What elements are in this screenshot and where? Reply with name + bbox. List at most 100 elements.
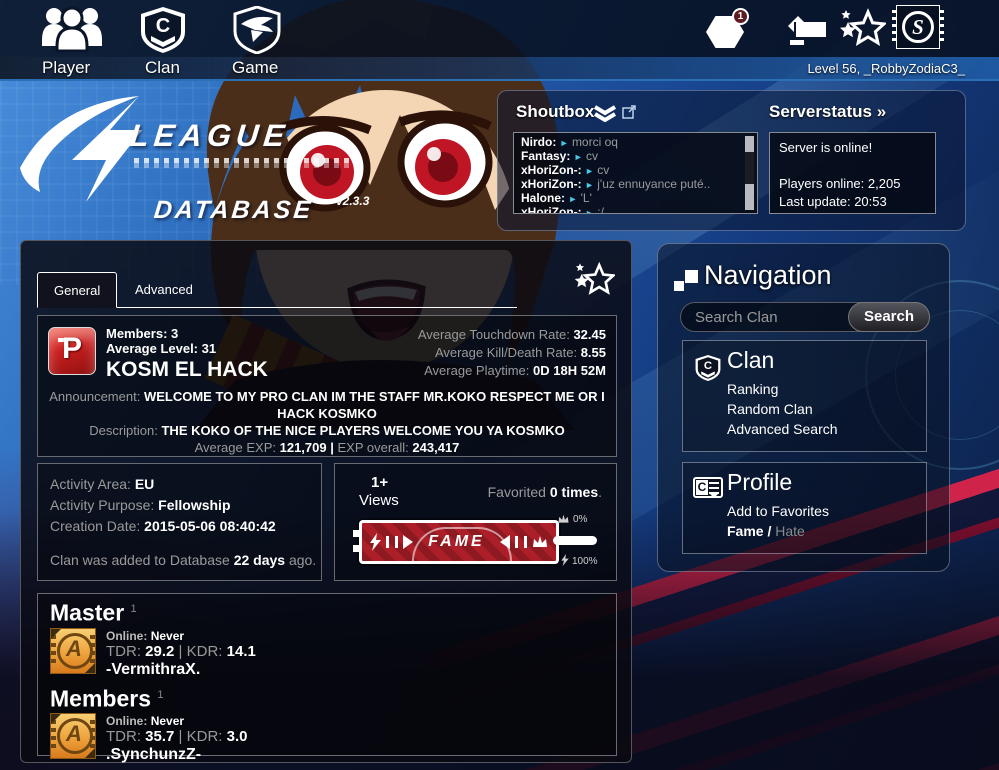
clan-stats: Average Touchdown Rate: 32.45 Average Ki…	[418, 326, 606, 380]
window-rect-small	[790, 40, 804, 45]
external-link-icon[interactable]	[622, 105, 636, 119]
tab-general[interactable]: General	[37, 272, 118, 308]
players-online-row: Players online: 2,205	[779, 176, 901, 191]
rank-badge-avatar[interactable]: A	[50, 713, 96, 760]
crown-icon	[532, 536, 547, 547]
chat-arrow-icon: ►	[585, 208, 594, 214]
stat-killdeath: Average Kill/Death Rate: 8.55	[434, 345, 606, 360]
chat-arrow-icon: ►	[585, 166, 594, 176]
link-random-clan[interactable]: Random Clan	[727, 399, 838, 419]
scrollbar-thumb[interactable]	[745, 136, 754, 152]
nav-profile-section: C Profile Add to Favorites Fame / Hate	[682, 462, 927, 554]
nav-game[interactable]: Game	[232, 58, 278, 78]
double-chevron-down-icon[interactable]	[593, 105, 617, 122]
link-ranking[interactable]: Ranking	[727, 379, 838, 399]
serverstatus-box: Server is online! Players online: 2,205 …	[769, 132, 936, 214]
site-logo[interactable]: LEAGUE DATABASE v2.3.3	[14, 90, 369, 224]
fame-progress-bar	[553, 536, 597, 545]
triangle-right	[403, 535, 420, 549]
notification-badge: 1	[732, 8, 749, 25]
avatar-corner	[85, 748, 95, 759]
nav-player[interactable]: Player	[42, 58, 90, 78]
logo-database-text: DATABASE	[152, 196, 315, 224]
fame-percent-top: 0%	[557, 514, 587, 525]
announcement-row: Announcement: WELCOME TO MY PRO CLAN IM …	[49, 389, 605, 421]
fame-banner: FAME	[353, 520, 559, 564]
stars-icon[interactable]	[573, 261, 615, 299]
shoutbox-title: Shoutbox	[516, 102, 595, 121]
activity-area-row: Activity Area: EU	[50, 476, 155, 492]
chat-message: xHoriZon-: ► j'uz ennuyance puté..	[521, 177, 711, 191]
hexagon-notification-icon[interactable]: 1	[706, 8, 758, 50]
chat-arrow-icon: ►	[573, 152, 583, 162]
chat-arrow-icon: ►	[585, 180, 594, 190]
logo-version: v2.3.3	[336, 194, 370, 208]
master-heading: Master 1	[50, 599, 137, 626]
chat-scrollbar[interactable]	[745, 136, 754, 210]
player-name-link[interactable]: -VermithraX.	[106, 661, 256, 679]
crown-icon	[558, 514, 569, 523]
nav-clan-title[interactable]: Clan	[727, 347, 774, 374]
shoutbox-messages[interactable]: Nirdo: ► morci oq Fantasy: ► cv xHoriZon…	[513, 132, 758, 214]
server-online-text: Server is online!	[779, 140, 873, 155]
card-letter: C	[696, 480, 708, 495]
exp-row: Average EXP: 121,709 | EXP overall: 243,…	[194, 440, 460, 455]
nav-clan-section: C Clan Ranking Random Clan Advanced Sear…	[682, 340, 927, 452]
roster-box: Master 1 A Online: Never TDR: 29.2 | KDR…	[37, 593, 617, 763]
coin-ticks	[940, 10, 944, 44]
navigation-panel: Navigation Search C Clan Ranking Random …	[657, 243, 950, 572]
shield-c-icon[interactable]: C	[140, 6, 186, 54]
avatar-letter: A	[66, 721, 82, 747]
roster-row-master: A Online: Never TDR: 29.2 | KDR: 14.1 -V…	[50, 627, 604, 679]
chat-message: Halone: ► 'L'	[521, 191, 592, 205]
shield-bird-icon[interactable]	[233, 6, 281, 54]
description-row: Description: THE KOKO OF THE NICE PLAYER…	[89, 423, 565, 438]
clan-texts: Announcement: WELCOME TO MY PRO CLAN IM …	[48, 388, 606, 456]
nav-clan[interactable]: Clan	[145, 58, 180, 78]
card-line	[709, 482, 719, 484]
banner-notch	[353, 545, 360, 552]
favorited-row: Favorited 0 times.	[487, 484, 602, 500]
arrow-up	[792, 10, 804, 22]
coin-ticks	[892, 10, 896, 44]
serverstatus-title[interactable]: Serverstatus »	[769, 102, 886, 122]
rank-badge-avatar[interactable]: A	[50, 627, 96, 674]
stat-playtime: Average Playtime: 0D 18H 52M	[424, 363, 606, 378]
stars-icon[interactable]	[838, 8, 886, 50]
scrollbar-thumb[interactable]	[745, 184, 754, 210]
link-advanced-search[interactable]: Advanced Search	[727, 419, 838, 439]
svg-text:C: C	[704, 360, 712, 372]
move-window-icon[interactable]	[782, 10, 830, 48]
player-group-icon[interactable]	[40, 6, 104, 52]
clan-emblem[interactable]: P	[48, 327, 96, 375]
members-heading: Members 1	[50, 685, 164, 712]
creation-date-row: Creation Date: 2015-05-06 08:40:42	[50, 518, 276, 534]
link-add-to-favorites[interactable]: Add to Favorites	[727, 501, 829, 521]
bar-glyph	[395, 536, 399, 548]
chat-message: Nirdo: ► morci oq	[521, 135, 618, 149]
nav-profile-title[interactable]: Profile	[727, 469, 792, 496]
top-icon-bar: C 1 S	[0, 0, 999, 57]
bar-glyph	[523, 536, 527, 548]
chat-message: xHoriZon-: ► :/	[521, 206, 741, 214]
fame-hate-row: Fame / Hate	[727, 521, 829, 541]
added-to-db-row: Clan was added to Database 22 days ago.	[50, 552, 317, 568]
clan-detail-panel: General Advanced P Members: 3 Average Le…	[20, 240, 632, 763]
link-fame[interactable]: Fame /	[727, 523, 771, 539]
svg-text:C: C	[156, 15, 170, 37]
link-hate[interactable]: Hate	[775, 523, 805, 539]
shoutbox-serverstatus-panel: Shoutbox Nirdo: ► morci oq Fantasy: ► cv…	[497, 90, 966, 231]
clan-search-bar: Search	[680, 302, 930, 332]
views-count: 1+	[371, 474, 389, 491]
bar-glyph	[514, 536, 518, 548]
tab-advanced[interactable]: Advanced	[119, 272, 209, 308]
search-input[interactable]	[695, 306, 850, 328]
stat-touchdown: Average Touchdown Rate: 32.45	[417, 327, 606, 342]
search-button[interactable]: Search	[848, 302, 930, 332]
s-coin-icon[interactable]: S	[892, 5, 944, 49]
logo-league-text: LEAGUE	[128, 118, 292, 153]
views-fame-box: 1+ Views Favorited 0 times. FAME 0% 100%	[334, 463, 617, 581]
coin-letter: S	[902, 11, 934, 43]
player-name-link[interactable]: .SynchunzZ-	[106, 746, 248, 764]
navigation-title: Navigation	[704, 260, 832, 290]
